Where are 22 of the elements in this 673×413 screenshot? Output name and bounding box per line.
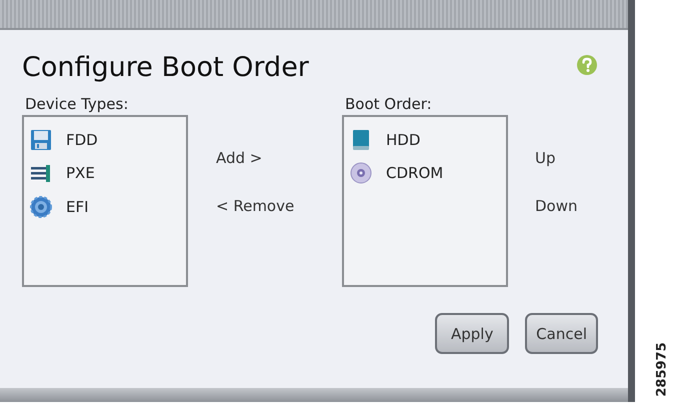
- boot-order-list[interactable]: HDD CDROM: [342, 115, 508, 287]
- figure-number: 285975: [654, 342, 670, 397]
- list-item[interactable]: PXE: [66, 164, 95, 182]
- list-label: Device Types:: [25, 95, 130, 113]
- remove-link[interactable]: < Remove: [216, 197, 342, 215]
- add-link[interactable]: Add >: [216, 149, 342, 167]
- network-card-icon: [30, 162, 52, 184]
- cancel-button[interactable]: Cancel: [525, 313, 598, 354]
- gear-icon: [30, 196, 52, 218]
- apply-button[interactable]: Apply: [435, 313, 510, 354]
- move-down-link[interactable]: Down: [535, 197, 598, 215]
- hard-drive-icon: [350, 128, 372, 151]
- list-item[interactable]: CDROM: [386, 164, 444, 182]
- list-item[interactable]: EFI: [66, 198, 89, 216]
- help-icon[interactable]: [576, 54, 598, 76]
- list-item[interactable]: FDD: [66, 130, 98, 149]
- dialog-title: Configure Boot Order: [22, 52, 309, 83]
- list-label: Boot Order:: [345, 95, 433, 113]
- list-item[interactable]: HDD: [386, 130, 420, 149]
- move-up-link[interactable]: Up: [535, 149, 598, 167]
- disc-icon: [350, 162, 372, 184]
- device-types-list[interactable]: FDD PXE EFI: [22, 115, 188, 287]
